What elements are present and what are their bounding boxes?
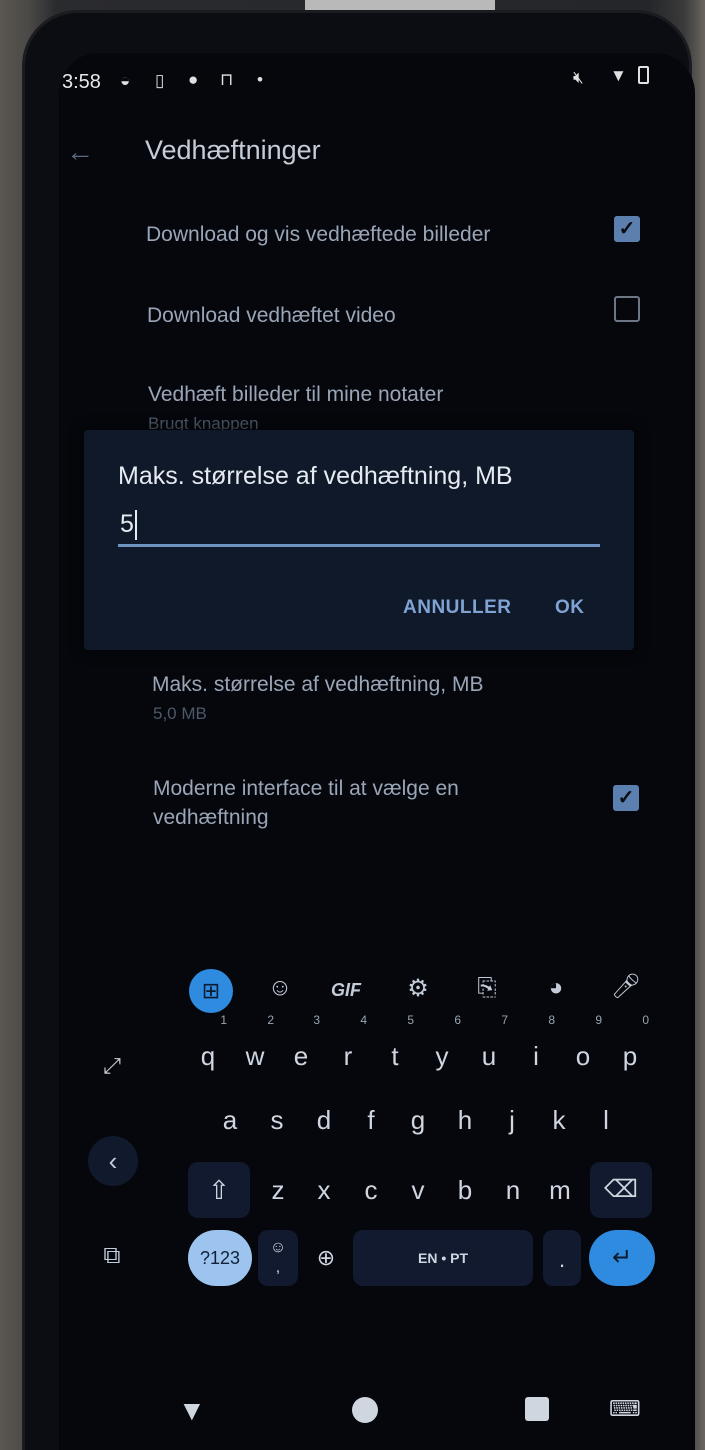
dialog-title: Maks. størrelse af vedhæftning, MB (118, 462, 513, 490)
pref-attach-notes-label[interactable]: Vedhæft billeder til mine notater (148, 380, 443, 409)
pref-download-images-label[interactable]: Download og vis vedhæftede billeder (146, 220, 490, 249)
pref-download-video-label[interactable]: Download vedhæftet video (147, 301, 396, 330)
emoji-comma-key[interactable]: ☺, (258, 1230, 298, 1286)
symbols-key[interactable]: ?123 (188, 1230, 252, 1286)
key-e[interactable]: e3 (278, 1014, 324, 1084)
max-size-input[interactable]: 5 (118, 508, 600, 550)
key-hint: 1 (220, 1013, 227, 1027)
nav-back-icon[interactable]: ▼ (178, 1395, 206, 1427)
sim-icon: ▯ (155, 71, 165, 90)
pref-max-size-summary: 5,0 MB (153, 704, 207, 723)
key-w[interactable]: w2 (232, 1014, 278, 1084)
key-label: u (481, 1041, 497, 1071)
back-arrow-icon[interactable]: ← (66, 136, 94, 168)
max-size-dialog: Maks. størrelse af vedhæftning, MB 5 ANN… (84, 430, 634, 650)
key-label: o (575, 1041, 591, 1071)
sticker-icon[interactable]: ☺ (260, 974, 300, 1002)
pref-modern-picker-checkbox[interactable]: ✓ (613, 785, 639, 811)
key-f[interactable]: f (348, 1092, 394, 1148)
key-label: e (293, 1041, 309, 1071)
key-label: p (622, 1041, 638, 1071)
key-hint: 2 (267, 1013, 274, 1027)
wifi-icon: ▼ (610, 66, 627, 85)
key-label: r (343, 1041, 353, 1071)
text-caret (135, 510, 137, 540)
key-b[interactable]: b (442, 1162, 488, 1218)
key-label: i (533, 1041, 539, 1071)
key-label: t (391, 1041, 399, 1071)
key-hint: 0 (642, 1013, 649, 1027)
key-n[interactable]: n (490, 1162, 536, 1218)
key-hint: 5 (407, 1013, 414, 1027)
key-c[interactable]: c (348, 1162, 394, 1218)
key-m[interactable]: m (537, 1162, 583, 1218)
pref-attach-notes-summary: Brugt knappen (148, 414, 259, 430)
key-g[interactable]: g (395, 1092, 441, 1148)
key-j[interactable]: j (489, 1092, 535, 1148)
more-notifications-icon: • (257, 70, 263, 89)
key-y[interactable]: y6 (419, 1014, 465, 1084)
key-x[interactable]: x (301, 1162, 347, 1218)
key-o[interactable]: o9 (560, 1014, 606, 1084)
key-hint: 9 (595, 1013, 602, 1027)
key-h[interactable]: h (442, 1092, 488, 1148)
key-l[interactable]: l (583, 1092, 629, 1148)
settings-gear-icon[interactable]: ⚙ (398, 974, 438, 1003)
status-time: 3:58 (62, 71, 101, 93)
key-hint: 4 (360, 1013, 367, 1027)
backspace-key[interactable]: ⌫ (590, 1162, 652, 1218)
pref-modern-picker-label-line2[interactable]: vedhæftning (153, 803, 269, 832)
notification-icon-1: ◒ (120, 71, 131, 90)
key-z[interactable]: z (255, 1162, 301, 1218)
page-title: Vedhæftninger (145, 135, 321, 165)
mute-icon: 🔇︎ (573, 68, 584, 87)
resize-keyboard-icon[interactable]: ⧉ (92, 1238, 132, 1274)
key-t[interactable]: t5 (372, 1014, 418, 1084)
key-hint: 3 (313, 1013, 320, 1027)
globe-icon[interactable]: ⊕ (305, 1234, 347, 1282)
key-i[interactable]: i8 (513, 1014, 559, 1084)
key-s[interactable]: s (254, 1092, 300, 1148)
battery-icon (638, 66, 649, 84)
space-key[interactable]: EN • PT (353, 1230, 533, 1286)
key-label: w (245, 1041, 265, 1071)
key-hint: 6 (454, 1013, 461, 1027)
microphone-icon[interactable]: 🎤︎ (606, 972, 646, 1001)
apps-grid-icon[interactable]: ⊞ (189, 969, 233, 1013)
enter-key[interactable]: ↵ (589, 1230, 655, 1286)
ok-button[interactable]: OK (555, 597, 585, 619)
nav-home-icon[interactable] (352, 1397, 378, 1423)
collapse-left-icon[interactable]: ‹ (88, 1136, 138, 1186)
location-icon: ● (188, 70, 199, 89)
input-underline (118, 544, 600, 547)
max-size-input-value: 5 (120, 510, 134, 538)
keyboard-switch-icon[interactable]: ⌨ (609, 1396, 641, 1422)
key-q[interactable]: q1 (185, 1014, 231, 1084)
shopping-icon: ⊓ (220, 70, 234, 89)
key-r[interactable]: r4 (325, 1014, 371, 1084)
period-key[interactable]: . (543, 1230, 581, 1286)
key-a[interactable]: a (207, 1092, 253, 1148)
expand-keyboard-icon[interactable]: ⤢ (90, 1044, 134, 1088)
palette-icon[interactable]: ◕ (536, 974, 576, 1002)
key-p[interactable]: p0 (607, 1014, 653, 1084)
pref-download-images-checkbox[interactable]: ✓ (614, 216, 640, 242)
key-label: q (200, 1041, 216, 1071)
key-hint: 7 (501, 1013, 508, 1027)
shift-key[interactable]: ⇧ (188, 1162, 250, 1218)
translate-icon[interactable]: ⎘ (467, 974, 507, 1002)
key-d[interactable]: d (301, 1092, 347, 1148)
key-v[interactable]: v (395, 1162, 441, 1218)
pref-download-video-checkbox[interactable] (614, 296, 640, 322)
key-hint: 8 (548, 1013, 555, 1027)
pref-modern-picker-label-line1[interactable]: Moderne interface til at vælge en (153, 774, 459, 803)
gif-button[interactable]: GIF (331, 980, 361, 1001)
cancel-button[interactable]: ANNULLER (403, 597, 512, 619)
key-u[interactable]: u7 (466, 1014, 512, 1084)
key-k[interactable]: k (536, 1092, 582, 1148)
key-label: y (435, 1041, 449, 1071)
pref-max-size-label[interactable]: Maks. størrelse af vedhæftning, MB (152, 670, 483, 699)
nav-recents-icon[interactable] (525, 1397, 549, 1421)
